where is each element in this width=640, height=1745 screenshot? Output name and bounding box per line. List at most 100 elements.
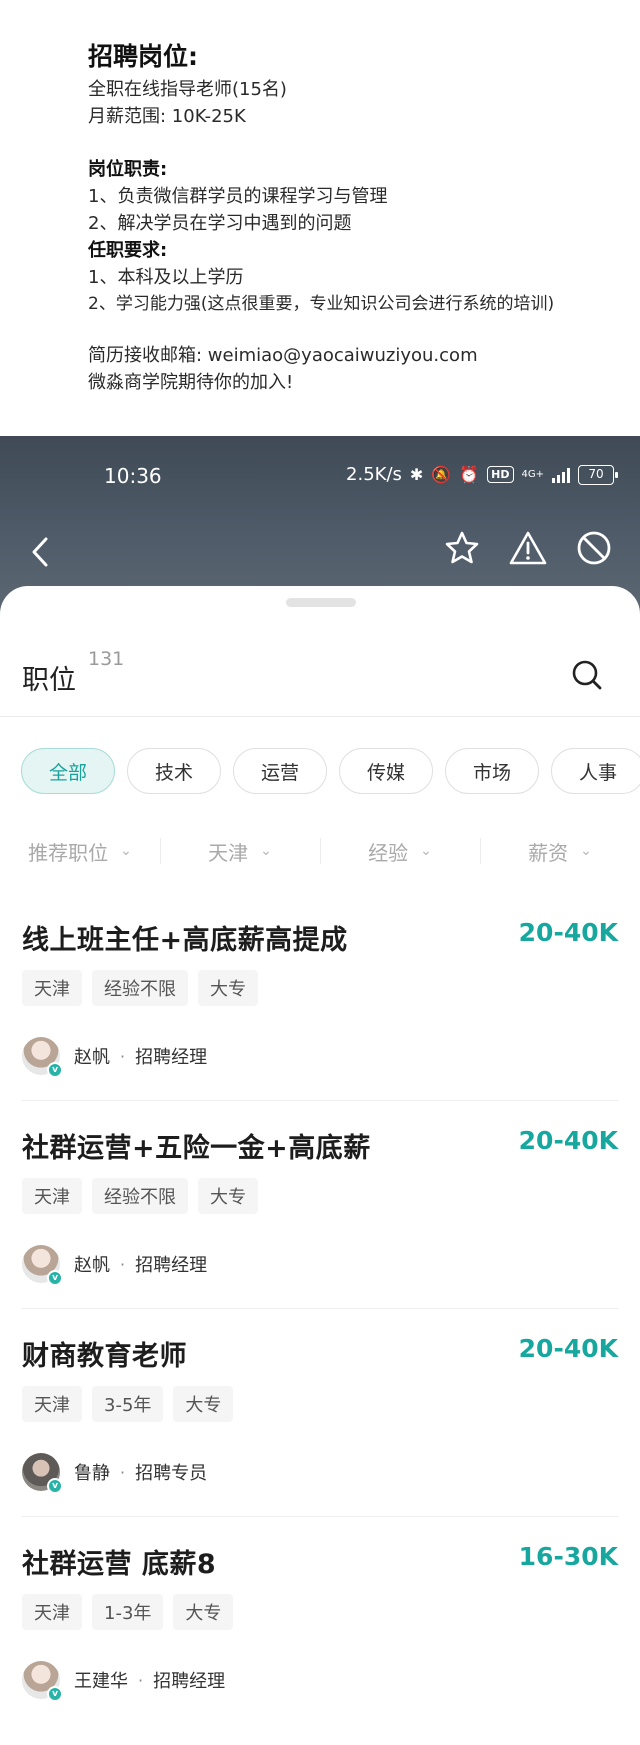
page-title: 职位 xyxy=(22,665,76,696)
recruiter-role: 招聘经理 xyxy=(153,1671,226,1692)
tag-experience: 1-3年 xyxy=(92,1594,164,1630)
recruiter-role: 招聘经理 xyxy=(135,1047,208,1068)
recruiter-name: 鲁静 xyxy=(74,1463,110,1484)
search-button[interactable] xyxy=(570,658,604,692)
avatar: v xyxy=(22,1453,63,1494)
recruiter-info: v 赵帆 · 招聘经理 xyxy=(22,1036,208,1078)
tag-education: 大专 xyxy=(198,970,258,1006)
avatar: v xyxy=(22,1661,63,1702)
network-speed: 2.5K/s xyxy=(346,464,402,485)
chevron-down-icon: ⌄ xyxy=(580,843,592,859)
filter-label: 薪资 xyxy=(528,840,569,865)
separator-dot: · xyxy=(120,1046,126,1066)
filter-recommended[interactable]: 推荐职位 ⌄ xyxy=(0,826,160,876)
job-count: 131 xyxy=(88,648,125,670)
chevron-down-icon: ⌄ xyxy=(420,843,432,859)
tag-education: 大专 xyxy=(173,1594,234,1630)
job-card[interactable]: 社群运营 底薪8 16-30K 天津 1-3年 大专 v 王建华 · 招聘经理 xyxy=(0,1516,640,1724)
chip-operations[interactable]: 运营 xyxy=(233,748,327,794)
notice-duty-2: 2、解决学员在学习中遇到的问题 xyxy=(88,213,352,234)
job-card[interactable]: 线上班主任+高底薪高提成 20-40K 天津 经验不限 大专 v 赵帆 · 招聘… xyxy=(0,892,640,1100)
notice-requirements-heading: 任职要求: xyxy=(88,240,168,261)
report-button[interactable] xyxy=(508,528,548,568)
mute-icon: 🔕 xyxy=(431,465,452,484)
hd-badge: HD xyxy=(487,466,514,483)
warning-icon xyxy=(509,531,547,565)
tag-experience: 经验不限 xyxy=(92,970,188,1006)
bluetooth-icon: ✱ xyxy=(409,465,424,484)
separator-dot: · xyxy=(120,1462,126,1482)
recruiter-info: v 赵帆 · 招聘经理 xyxy=(22,1244,208,1286)
category-chips: 全部 技术 运营 传媒 市场 人事 xyxy=(21,748,640,794)
verified-icon: v xyxy=(47,1686,63,1702)
chip-all[interactable]: 全部 xyxy=(21,748,115,794)
block-icon xyxy=(577,531,611,565)
notice-duties-heading: 岗位职责: xyxy=(88,159,168,180)
avatar: v xyxy=(22,1245,63,1286)
job-salary: 20-40K xyxy=(518,1126,618,1155)
sheet-header: 职位 131 xyxy=(22,648,618,696)
job-tags: 天津 3-5年 大专 xyxy=(22,1386,234,1422)
job-tags: 天津 经验不限 大专 xyxy=(22,970,258,1006)
alarm-icon: ⏰ xyxy=(459,465,480,484)
recruitment-notice: 招聘岗位: 全职在线指导老师(15名) 月薪范围: 10K-25K 岗位职责: … xyxy=(0,0,640,436)
notice-duty-1: 1、负责微信群学员的课程学习与管理 xyxy=(88,186,388,207)
chip-media[interactable]: 传媒 xyxy=(339,748,433,794)
battery-icon: 70 xyxy=(578,464,618,485)
nav-bar xyxy=(0,512,640,592)
job-salary: 16-30K xyxy=(518,1542,618,1571)
jobs-sheet: 职位 131 全部 技术 运营 传媒 市场 人事 推荐职位 ⌄ 天津 ⌄ 经验 … xyxy=(0,586,640,1745)
chip-tech[interactable]: 技术 xyxy=(127,748,221,794)
filter-experience[interactable]: 经验 ⌄ xyxy=(320,826,480,876)
filter-salary[interactable]: 薪资 ⌄ xyxy=(480,826,640,876)
filter-city[interactable]: 天津 ⌄ xyxy=(160,826,320,876)
chevron-down-icon: ⌄ xyxy=(120,843,132,859)
job-title: 社群运营+五险一金+高底薪 xyxy=(22,1133,371,1164)
job-card[interactable]: 财商教育老师 20-40K 天津 3-5年 大专 v 鲁静 · 招聘专员 xyxy=(0,1308,640,1516)
nav-actions xyxy=(442,528,614,568)
recruiter-role: 招聘经理 xyxy=(135,1255,208,1276)
status-time: 10:36 xyxy=(104,464,162,488)
chip-marketing[interactable]: 市场 xyxy=(445,748,539,794)
separator-dot: · xyxy=(138,1670,144,1690)
separator-dot: · xyxy=(120,1254,126,1274)
verified-icon: v xyxy=(47,1478,63,1494)
star-icon xyxy=(445,531,479,564)
tag-experience: 3-5年 xyxy=(92,1386,164,1422)
search-icon xyxy=(572,660,602,690)
chevron-left-icon xyxy=(32,537,48,567)
job-tags: 天津 1-3年 大专 xyxy=(22,1594,234,1630)
chevron-down-icon: ⌄ xyxy=(260,843,272,859)
job-card[interactable]: 社群运营+五险一金+高底薪 20-40K 天津 经验不限 大专 v 赵帆 · 招… xyxy=(0,1100,640,1308)
avatar: v xyxy=(22,1037,63,1078)
job-tags: 天津 经验不限 大专 xyxy=(22,1178,258,1214)
filter-label: 推荐职位 xyxy=(28,840,109,865)
recruiter-info: v 王建华 · 招聘经理 xyxy=(22,1660,226,1702)
notice-heading: 招聘岗位: xyxy=(88,42,198,71)
job-salary: 20-40K xyxy=(518,1334,618,1363)
filter-label: 经验 xyxy=(368,840,409,865)
recruiter-name: 赵帆 xyxy=(74,1047,110,1068)
job-title: 财商教育老师 xyxy=(22,1341,187,1372)
tag-city: 天津 xyxy=(22,1594,82,1630)
notice-req-2: 2、学习能力强(这点很重要，专业知识公司会进行系统的培训) xyxy=(88,294,555,314)
status-indicators: 2.5K/s ✱ 🔕 ⏰ HD 4G+ 70 xyxy=(346,464,618,485)
verified-icon: v xyxy=(47,1062,63,1078)
favorite-button[interactable] xyxy=(442,528,482,568)
recruiter-role: 招聘专员 xyxy=(135,1463,208,1484)
chip-hr[interactable]: 人事 xyxy=(551,748,640,794)
tag-city: 天津 xyxy=(22,1178,82,1214)
recruiter-name: 赵帆 xyxy=(74,1255,110,1276)
notice-position: 全职在线指导老师(15名) xyxy=(88,79,287,100)
notice-closing: 微淼商学院期待你的加入! xyxy=(88,372,294,393)
job-list: 线上班主任+高底薪高提成 20-40K 天津 经验不限 大专 v 赵帆 · 招聘… xyxy=(0,892,640,1724)
tag-experience: 经验不限 xyxy=(92,1178,188,1214)
block-button[interactable] xyxy=(574,528,614,568)
verified-icon: v xyxy=(47,1270,63,1286)
sheet-handle[interactable] xyxy=(286,598,356,607)
tag-city: 天津 xyxy=(22,970,82,1006)
tag-education: 大专 xyxy=(173,1386,234,1422)
header-divider xyxy=(0,716,640,717)
back-button[interactable] xyxy=(22,530,58,574)
notice-email: 简历接收邮箱: weimiao@yaocaiwuziyou.com xyxy=(88,345,478,366)
